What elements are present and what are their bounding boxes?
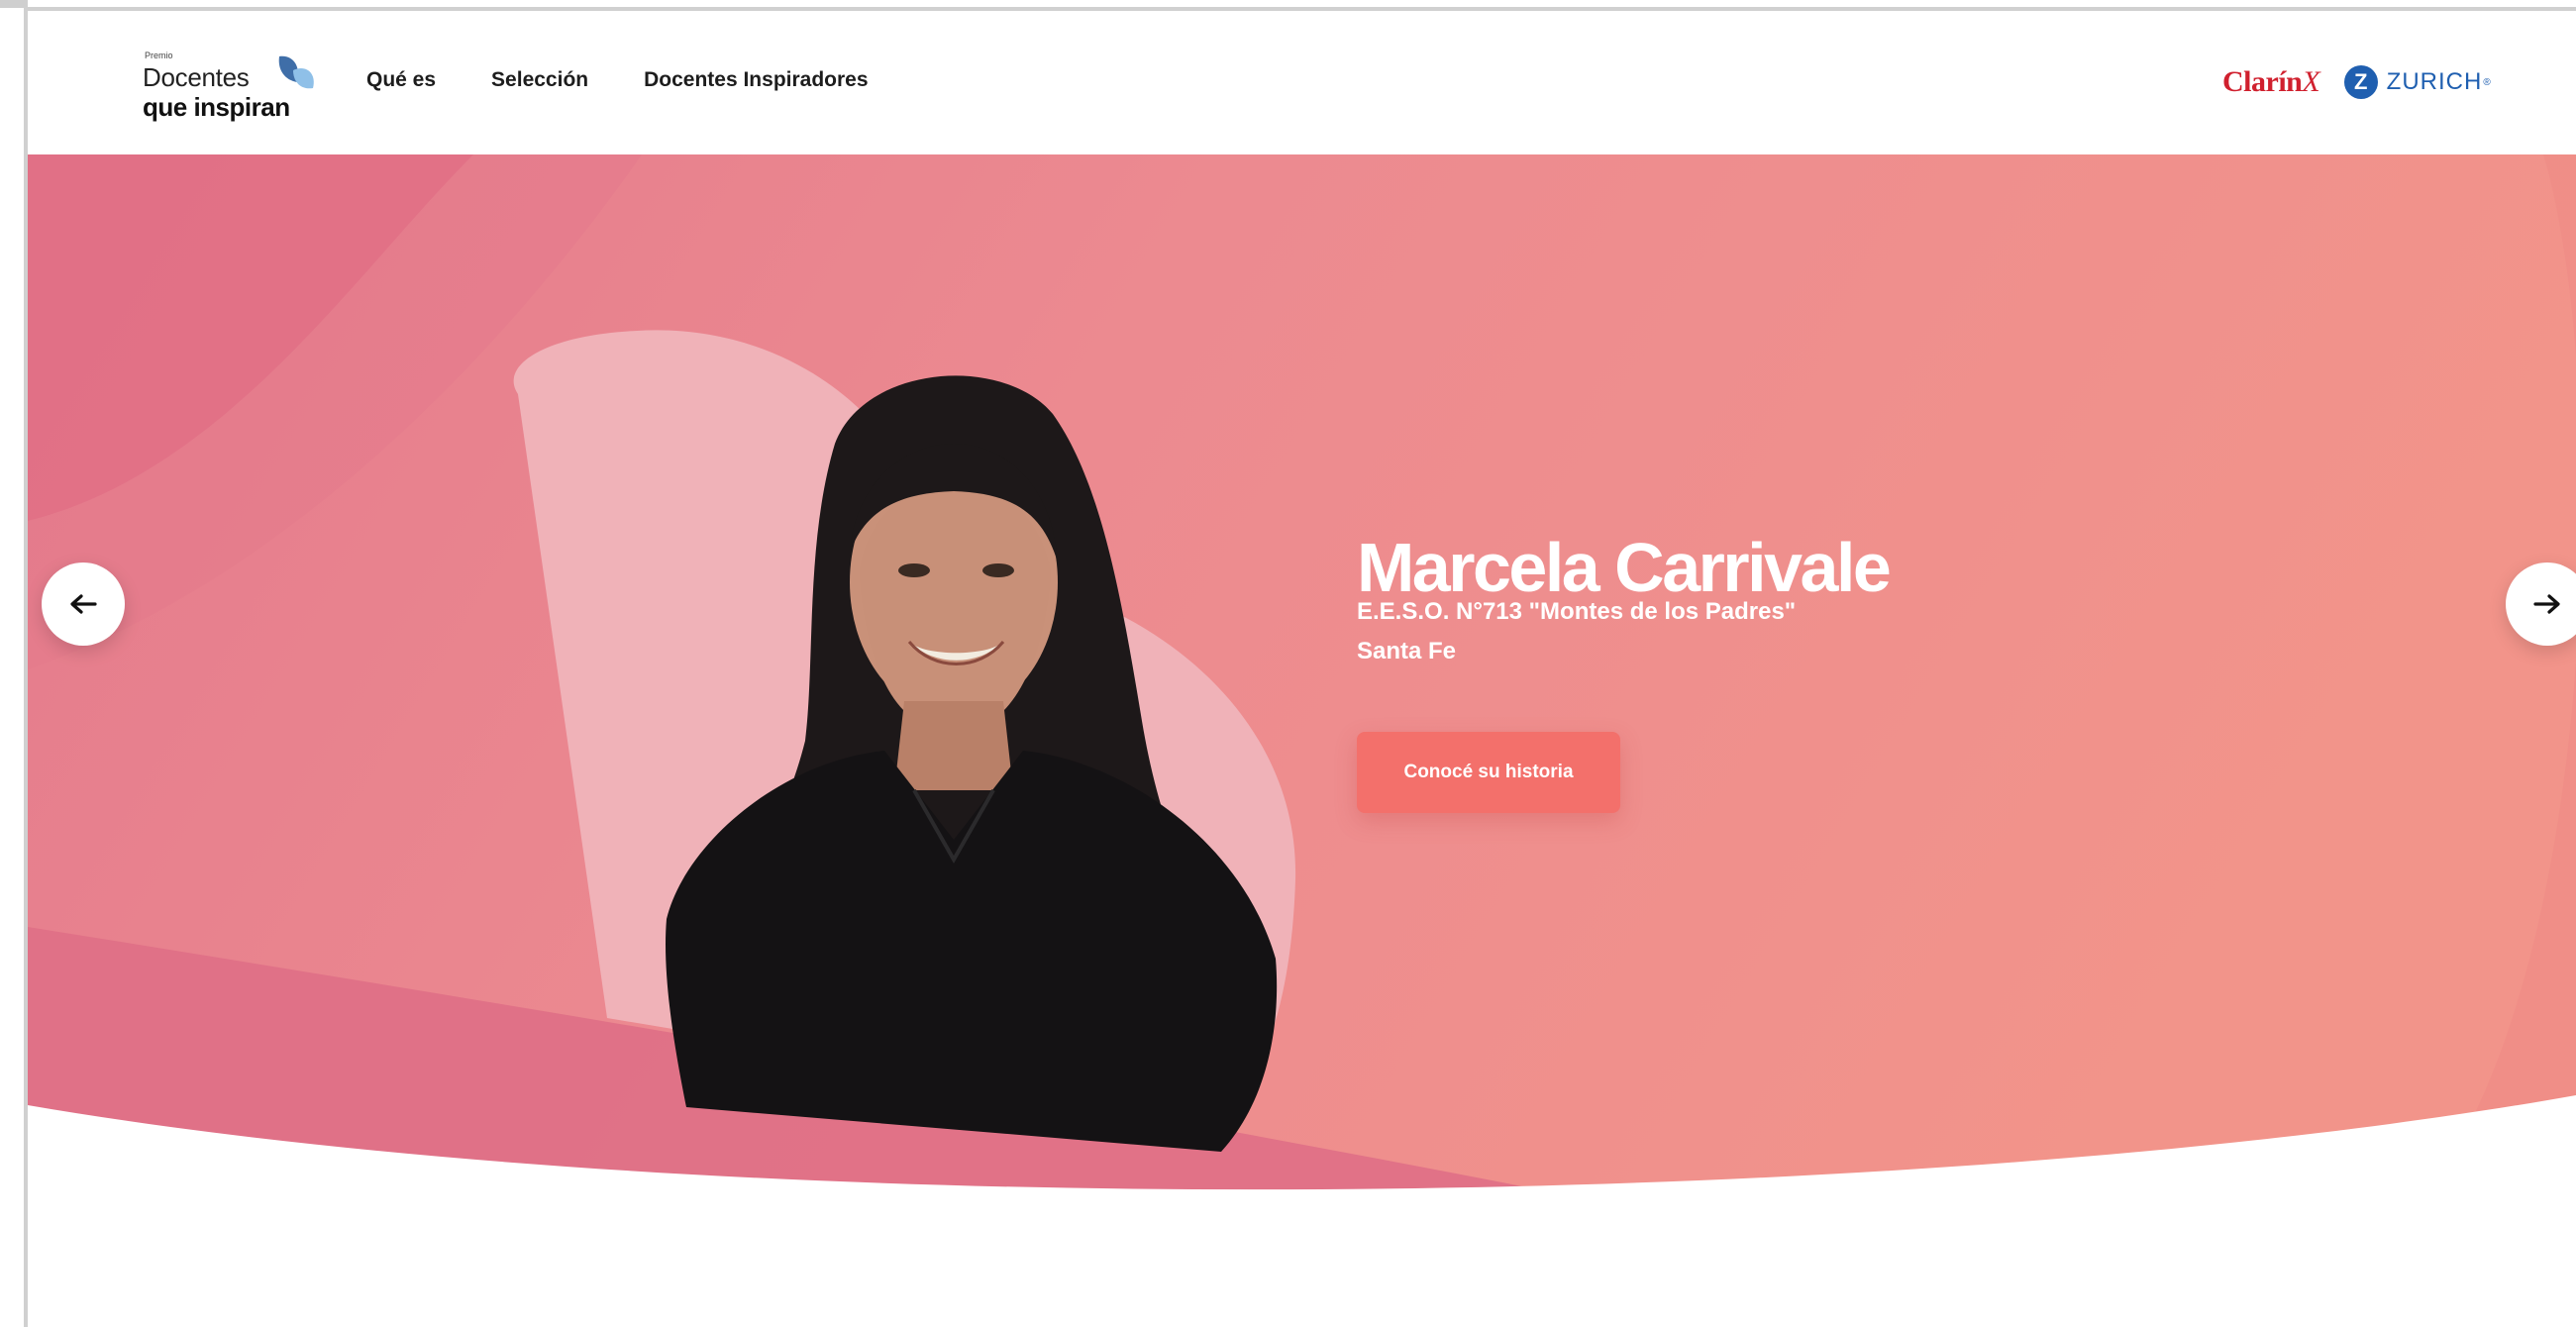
- main-nav: Qué es Selección Docentes Inspiradores: [366, 68, 869, 92]
- teacher-portrait: [513, 330, 1296, 1152]
- leaf-icon: [278, 55, 314, 89]
- zurich-registered-mark: ®: [2483, 76, 2491, 88]
- carousel-prev-button[interactable]: [42, 562, 125, 646]
- logo-premio-label: Premio: [145, 51, 173, 60]
- arrow-right-icon: [2533, 594, 2560, 614]
- clarin-logo[interactable]: ClarínX: [2222, 65, 2320, 99]
- teacher-name: Marcela Carrivale: [1357, 528, 1892, 606]
- teacher-school: E.E.S.O. N°713 "Montes de los Padres": [1357, 598, 1797, 625]
- browser-page: Premio Docentes que inspiran Qué es Sele…: [0, 0, 2576, 1327]
- site-header: Premio Docentes que inspiran Qué es Sele…: [28, 11, 2576, 154]
- clarin-wordmark: Clarín: [2222, 65, 2303, 98]
- nav-item-docentes-inspiradores[interactable]: Docentes Inspiradores: [644, 68, 868, 92]
- arrow-left-icon: [70, 594, 97, 614]
- hero-carousel: Marcela Carrivale E.E.S.O. N°713 "Montes…: [28, 154, 2576, 1204]
- teacher-province: Santa Fe: [1357, 638, 1457, 664]
- logo-line-que-inspiran: que inspiran: [143, 92, 290, 122]
- sponsor-logos: ClarínX Z ZURICH ®: [2222, 62, 2491, 102]
- conoce-su-historia-button[interactable]: Conocé su historia: [1357, 732, 1620, 813]
- clarin-x-mark: X: [2302, 65, 2320, 98]
- nav-item-que-es[interactable]: Qué es: [366, 68, 436, 92]
- logo-line-docentes: Docentes: [143, 62, 250, 92]
- site-logo[interactable]: Premio Docentes que inspiran: [143, 47, 331, 126]
- zurich-logo[interactable]: Z ZURICH ®: [2343, 65, 2491, 99]
- nav-item-seleccion[interactable]: Selección: [491, 68, 588, 92]
- zurich-z-icon: Z: [2343, 65, 2378, 99]
- zurich-wordmark: ZURICH: [2386, 68, 2483, 95]
